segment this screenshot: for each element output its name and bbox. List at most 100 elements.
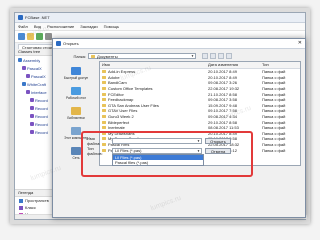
column-date[interactable]: Дата изменения [208,62,262,68]
app-title: FCBase .NET [25,15,50,20]
namespace-icon [22,66,26,70]
file-type: Папка с фай [262,86,286,92]
back-button[interactable] [202,53,208,59]
open-folder-icon[interactable] [27,33,34,40]
file-row[interactable]: FCEditor 21.10.2017 8:58 Папка с фай [100,91,300,97]
menu-file[interactable]: Файл [18,24,28,29]
file-type: Папка с фай [262,125,286,131]
lookin-label: Папка: [73,53,86,59]
class-icon [26,74,30,78]
tree-item[interactable]: Interface [15,88,57,96]
folder-icon [102,75,106,79]
file-name: Custom Office Templates [108,86,153,92]
file-row[interactable]: Bibleperfect 29.10.2017 8:58 Папка с фай [100,119,300,125]
file-name-cell: BandiCam [100,80,208,85]
record-icon [30,98,34,102]
file-name-cell: Custom Office Templates [100,86,208,91]
record-icon [30,130,34,134]
new-folder-button[interactable] [218,53,224,59]
nav-buttons [202,53,232,59]
legend-title: Легенда [15,189,57,197]
file-name: Feedbackmap [108,97,134,103]
close-icon[interactable]: ✕ [298,40,302,46]
file-name: Guru3 Week 2 [108,114,134,120]
filename-row: Имя файла: ▼ Открыть [87,136,247,146]
folder-icon [102,120,106,124]
cancel-button[interactable]: Отмена [205,147,231,154]
file-type: Папка с фай [262,74,286,80]
filetype-dropdown: Lil Files (*.pas) Pascal files (*.pas) [112,154,204,166]
file-row[interactable]: GTA San Andreas User Files 15.09.2017 9:4… [100,103,300,109]
record-icon [30,106,34,110]
file-type: Папка с фай [262,136,286,142]
computer-icon [71,126,81,135]
column-type[interactable]: Тип [262,62,300,68]
filetype-select[interactable]: Lil Files (*.pas) ▼ [112,147,202,154]
place-libraries[interactable]: Библиотеки [56,103,96,123]
tree-item[interactable]: Record [15,128,57,136]
print-icon[interactable] [45,33,52,40]
menu-help[interactable]: Помощь [104,24,119,29]
open-button[interactable]: Открыть [205,137,231,144]
tree-item[interactable]: Record [15,104,57,112]
tree-item[interactable]: Record [15,120,57,128]
folder-icon [102,87,106,91]
place-desktop[interactable]: Рабочий стол [56,83,96,103]
lookin-select[interactable]: Документы ▼ [88,53,196,59]
file-date: 09.10.2017 7:58 [208,108,237,114]
star-icon [71,66,81,75]
file-type: Папка с фай [262,97,286,103]
filename-input[interactable]: ▼ [112,137,202,144]
file-type: Папка с фай [262,147,286,153]
column-name[interactable]: Имя [100,62,208,68]
file-row[interactable]: Inertmate 08.08.2017 11:53 Папка с фай [100,125,300,131]
folder-icon [102,92,106,96]
file-row[interactable]: BandiCam 09.08.2017 3:26 Папка с фай [100,80,300,86]
file-row[interactable]: Feedbackmap 09.08.2017 3:58 Папка с фай [100,97,300,103]
assembly-icon [18,58,22,62]
menu-view[interactable]: Вид [34,24,41,29]
tree-item[interactable]: WhiteCraft [15,80,57,88]
tree-item[interactable]: PascalX [15,72,57,80]
file-type: Папка с фай [262,119,286,125]
file-name-cell: FCEditor [100,92,208,97]
file-date: 09.08.2017 4:34 [208,114,237,120]
file-row[interactable]: Add-in Express 20.10.2017 8:49 Папка с фай [100,69,300,75]
folder-icon [102,109,106,113]
folder-icon [102,70,106,74]
new-icon[interactable] [18,33,25,40]
place-quick-access[interactable]: Быстрый доступ [56,63,96,83]
tree-item[interactable]: Assembly [15,56,57,64]
file-type: Папка с фай [262,142,286,148]
lookin-row: Папка: Документы ▼ [56,52,304,60]
file-name: GTAV User Files [108,108,138,114]
menu-layout[interactable]: Расположение [47,24,74,29]
folder-icon [91,54,95,58]
up-folder-button[interactable] [210,53,216,59]
folder-icon [102,98,106,102]
tree-item[interactable]: Record [15,96,57,104]
file-name-cell: Inertmate [100,125,208,130]
file-type: Папка с фай [262,91,286,97]
file-type: Папка с фай [262,69,286,75]
chevron-down-icon: ▼ [197,138,200,143]
file-name: Add-in Express [108,69,136,75]
tree-item[interactable]: PascalX [15,64,57,72]
dialog-app-icon [56,41,61,46]
file-name: Bibleperfect [108,119,130,125]
file-name-cell: GTA San Andreas User Files [100,103,208,108]
filetype-option[interactable]: Pascal files (*.pas) [113,160,203,165]
menu-bookmarks[interactable]: Закладки [80,24,97,29]
file-name-cell: Guru3 Week 2 [100,114,208,119]
tree-item[interactable]: Record [15,112,57,120]
save-icon[interactable] [36,33,43,40]
file-row[interactable]: Guru3 Week 2 09.08.2017 4:34 Папка с фай [100,114,300,120]
app-titlebar: FCBase .NET [15,13,305,23]
view-menu-button[interactable] [226,53,232,59]
app-logo-icon [18,15,23,20]
file-row[interactable]: GTAV User Files 09.10.2017 7:58 Папка с фа… [100,108,300,114]
file-row[interactable]: Custom Office Templates 22.08.2017 19:32 П… [100,86,300,92]
file-row[interactable]: Adobe 20.10.2017 8:49 Папка с фай [100,75,300,81]
file-name: BandiCam [108,80,127,86]
library-icon [71,106,81,115]
